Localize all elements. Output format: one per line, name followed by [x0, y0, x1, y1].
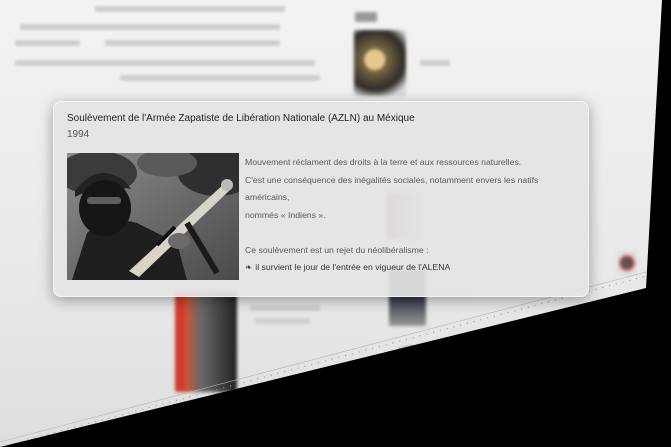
masked-guerrilla-image: [67, 153, 239, 280]
description-line: nommés « Indiens ».: [245, 209, 326, 220]
bullet-text: il survient le jour de l'entrée en vigue…: [255, 262, 451, 272]
tick-label: 1993: [94, 425, 112, 436]
event-photo: [67, 153, 239, 280]
bullet-item: ❧ il survient le jour de l'entrée en vigu…: [245, 259, 580, 277]
tick-label: 1995: [254, 382, 272, 393]
event-popup[interactable]: Soulèvement de l'Armée Zapatiste de Libé…: [53, 101, 589, 297]
tick-label: 1996: [314, 366, 332, 377]
description-line: C'est une conséquence des inégalités soc…: [245, 174, 539, 203]
event-title: Soulèvement de l'Armée Zapatiste de Libé…: [67, 113, 415, 124]
event-description: Mouvement réclament des droits à la terr…: [245, 154, 580, 277]
event-year: 1994: [67, 129, 90, 140]
fleuron-icon: ❧: [245, 262, 253, 272]
description-line: Mouvement réclament des droits à la terr…: [245, 157, 522, 167]
context-line: Ce soulèvement est un rejet du néolibéra…: [245, 244, 429, 255]
tick-label: 1997: [397, 344, 415, 355]
tick-label: 1994: [179, 401, 197, 412]
